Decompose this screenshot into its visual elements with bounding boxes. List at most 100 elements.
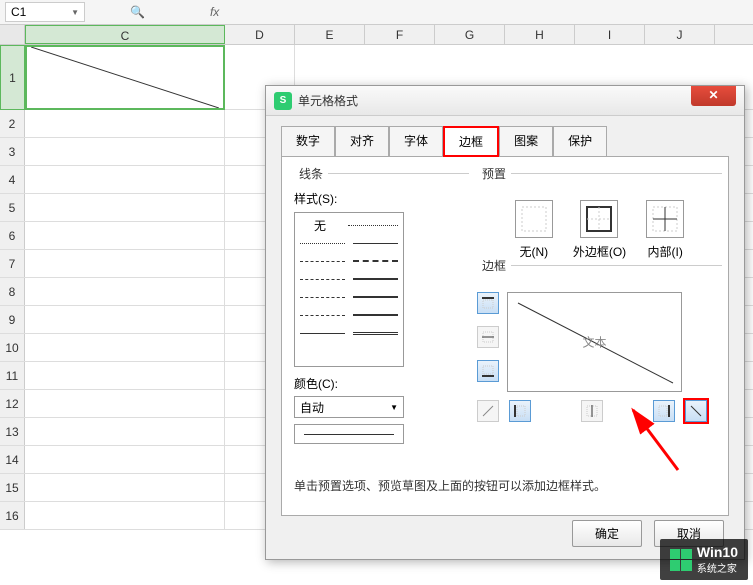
cell[interactable] [25, 502, 225, 529]
row-header[interactable]: 9 [0, 306, 25, 333]
row-header[interactable]: 4 [0, 166, 25, 193]
watermark: Win10 系统之家 [660, 539, 748, 580]
dialog-titlebar[interactable]: S 单元格格式 ✕ [266, 86, 744, 116]
border-top-button[interactable] [477, 292, 499, 314]
preset-outline-button[interactable]: 外边框(O) [573, 200, 626, 260]
style-option[interactable] [353, 243, 398, 244]
border-bottom-button[interactable] [477, 360, 499, 382]
column-headers: C D E F G H I J [0, 25, 753, 45]
tab-number[interactable]: 数字 [281, 126, 335, 157]
search-icon[interactable]: 🔍 [130, 5, 145, 19]
preset-none-button[interactable]: 无(N) [515, 200, 553, 260]
cell[interactable] [25, 446, 225, 473]
row-header[interactable]: 1 [0, 45, 25, 110]
color-dropdown[interactable]: 自动 ▼ [294, 396, 404, 418]
col-header-i[interactable]: I [575, 25, 645, 44]
preset-inside-icon [646, 200, 684, 238]
watermark-subtitle: 系统之家 [697, 560, 738, 575]
row-header[interactable]: 11 [0, 362, 25, 389]
row-header[interactable]: 16 [0, 502, 25, 529]
line-section: 线条 样式(S): 无 颜色(C): 自动 ▼ [294, 165, 469, 454]
row-header[interactable]: 13 [0, 418, 25, 445]
selected-cell-c1[interactable] [25, 45, 225, 110]
dialog-tabs: 数字 对齐 字体 边框 图案 保护 [266, 116, 744, 157]
formula-toolbar: C1 ▼ 🔍 fx [0, 0, 753, 25]
style-option[interactable] [300, 315, 345, 316]
style-option[interactable] [300, 243, 345, 244]
col-header-d[interactable]: D [225, 25, 295, 44]
line-style-list[interactable]: 无 [294, 212, 404, 367]
cell[interactable] [25, 250, 225, 277]
close-button[interactable]: ✕ [691, 86, 736, 106]
border-diag-up-button[interactable] [477, 400, 499, 422]
border-vmiddle-button[interactable] [581, 400, 603, 422]
row-header[interactable]: 15 [0, 474, 25, 501]
style-option[interactable] [353, 278, 398, 280]
style-none[interactable]: 无 [300, 217, 340, 234]
style-option[interactable] [300, 297, 345, 298]
tab-protect[interactable]: 保护 [553, 126, 607, 157]
tab-font[interactable]: 字体 [389, 126, 443, 157]
col-header-e[interactable]: E [295, 25, 365, 44]
tab-align[interactable]: 对齐 [335, 126, 389, 157]
dropdown-arrow-icon: ▼ [71, 8, 79, 17]
cell[interactable] [25, 334, 225, 361]
cell[interactable] [25, 166, 225, 193]
border-section: 边框 文本 [477, 257, 722, 432]
row-header[interactable]: 6 [0, 222, 25, 249]
row-header[interactable]: 10 [0, 334, 25, 361]
cell[interactable] [25, 222, 225, 249]
line-preview [294, 424, 404, 444]
col-header-j[interactable]: J [645, 25, 715, 44]
app-icon: S [274, 92, 292, 110]
name-box[interactable]: C1 ▼ [5, 2, 85, 22]
row-header[interactable]: 7 [0, 250, 25, 277]
cell[interactable] [25, 474, 225, 501]
style-option[interactable] [300, 261, 345, 262]
color-value: 自动 [300, 399, 324, 416]
cell[interactable] [25, 306, 225, 333]
row-header[interactable]: 12 [0, 390, 25, 417]
cell[interactable] [25, 362, 225, 389]
border-diag-down-button[interactable] [685, 400, 707, 422]
col-header-f[interactable]: F [365, 25, 435, 44]
row-header[interactable]: 3 [0, 138, 25, 165]
tab-border[interactable]: 边框 [443, 126, 499, 157]
style-option[interactable] [353, 296, 398, 298]
cell[interactable] [25, 390, 225, 417]
row-header[interactable]: 8 [0, 278, 25, 305]
preset-inside-button[interactable]: 内部(I) [646, 200, 684, 260]
name-box-value: C1 [11, 5, 26, 19]
select-all-corner[interactable] [0, 25, 25, 44]
ok-button[interactable]: 确定 [572, 520, 642, 547]
style-option[interactable] [353, 314, 398, 316]
diagonal-line-icon [27, 47, 223, 108]
style-option[interactable] [348, 225, 398, 226]
style-label: 样式(S): [294, 190, 469, 207]
style-option[interactable] [353, 260, 398, 262]
border-preview[interactable]: 文本 [507, 292, 682, 392]
row-header[interactable]: 5 [0, 194, 25, 221]
style-option-selected[interactable] [300, 333, 345, 334]
border-right-button[interactable] [653, 400, 675, 422]
line-legend: 线条 [294, 165, 328, 182]
style-option[interactable] [353, 332, 398, 335]
border-left-button[interactable] [509, 400, 531, 422]
tab-panel-border: 线条 样式(S): 无 颜色(C): 自动 ▼ [281, 156, 729, 516]
row-header[interactable]: 2 [0, 110, 25, 137]
hint-text: 单击预置选项、预览草图及上面的按钮可以添加边框样式。 [294, 477, 606, 494]
col-header-c[interactable]: C [25, 25, 225, 44]
cell[interactable] [25, 278, 225, 305]
style-option[interactable] [300, 279, 345, 280]
row-header[interactable]: 14 [0, 446, 25, 473]
fx-icon[interactable]: fx [210, 5, 219, 19]
col-header-h[interactable]: H [505, 25, 575, 44]
cell[interactable] [25, 194, 225, 221]
col-header-g[interactable]: G [435, 25, 505, 44]
cell[interactable] [25, 138, 225, 165]
cell[interactable] [25, 110, 225, 137]
tab-pattern[interactable]: 图案 [499, 126, 553, 157]
border-hmiddle-button[interactable] [477, 326, 499, 348]
color-label: 颜色(C): [294, 375, 469, 392]
cell[interactable] [25, 418, 225, 445]
